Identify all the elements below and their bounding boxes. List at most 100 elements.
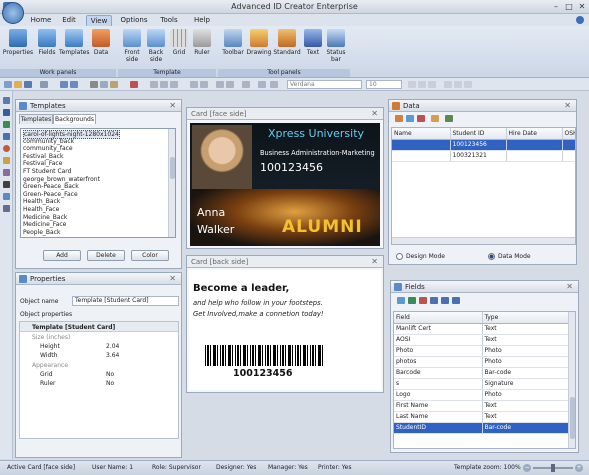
image-tool-icon[interactable] [3,157,10,164]
cell-hire-date[interactable] [506,139,563,151]
cell-type[interactable]: Bar-code [482,422,570,434]
cut-icon[interactable] [90,81,98,88]
add-button[interactable]: Add [43,250,81,261]
col-field[interactable]: Field [394,312,483,324]
grid-value[interactable]: No [106,370,114,379]
property-grid[interactable]: Template [Student Card] Size (inches) He… [19,321,179,439]
list-item[interactable]: george_brown_waterfront [23,176,100,183]
table-row[interactable]: photos Photo [394,356,570,368]
col-osh[interactable]: OSH [562,128,575,140]
front-side-button[interactable]: Front side [120,29,144,67]
lock-icon[interactable] [242,81,250,88]
list-item[interactable]: community_face [23,145,73,152]
close-button[interactable]: ✕ [575,1,589,12]
edit-field-icon[interactable] [408,297,416,304]
cell-field[interactable]: photos [394,356,483,368]
table-row[interactable]: StudentID Bar-code [394,422,570,434]
text-align-right-icon[interactable] [464,81,472,88]
menu-home[interactable]: Home [28,15,54,26]
list-item[interactable]: Festival_Back [23,153,63,160]
zoom-in-button[interactable]: + [575,464,583,472]
horizontal-scrollbar[interactable] [392,237,575,244]
color-button[interactable]: Color [131,250,169,261]
add-field-icon[interactable] [397,297,405,304]
table-row[interactable]: s Signature [394,378,570,390]
cell-field[interactable]: Logo [394,389,483,401]
table-row[interactable]: Photo Photo [394,345,570,357]
signature-tool-icon[interactable] [3,193,10,200]
list-item[interactable]: FT Student Card [23,168,71,175]
undo-icon[interactable] [60,81,68,88]
rectangle-tool-icon[interactable] [3,133,10,140]
table-row[interactable]: Logo Photo [394,389,570,401]
tab-templates[interactable]: Templates [19,114,53,124]
table-row[interactable]: AOSI Text [394,334,570,346]
height-value[interactable]: 2.04 [106,342,119,351]
cell-field[interactable]: Barcode [394,367,483,379]
send-back-icon[interactable] [200,81,208,88]
edit-record-icon[interactable] [406,115,414,122]
list-item[interactable]: Health_Back [23,198,60,205]
cell-name[interactable] [392,150,451,162]
app-menu-button[interactable] [2,2,24,24]
cell-osh[interactable] [562,150,575,162]
new-icon[interactable] [4,81,12,88]
fields-grid[interactable]: Field Type Manlift Cert Text AOSI Text Photo… [393,311,576,449]
cell-type[interactable]: Text [482,334,570,346]
cell-student-id[interactable]: 100321321 [450,150,507,162]
line-tool-icon[interactable] [3,121,10,128]
card-face[interactable]: Xpress University Business Administratio… [190,123,380,246]
menu-options[interactable]: Options [118,15,150,26]
templates-button[interactable]: Templates [59,29,90,67]
menu-help[interactable]: Help [190,15,214,26]
help-icon[interactable] [576,16,584,24]
cell-osh[interactable] [562,139,575,151]
zoom-icon[interactable] [258,81,266,88]
cell-type[interactable]: Text [482,400,570,412]
list-item[interactable]: Green-Peace_Back [23,183,79,190]
col-type[interactable]: Type [482,312,570,324]
backgrounds-list[interactable]: carol-of-lights-night-1280x1024 community… [20,128,176,238]
close-icon[interactable]: ✕ [169,273,176,285]
font-select[interactable]: Verdana [287,80,362,89]
select-tool-icon[interactable] [3,97,10,104]
close-icon[interactable]: ✕ [371,108,378,120]
card-back[interactable]: Become a leader, and help who follow in … [189,270,381,390]
table-row[interactable]: 100123456 [392,139,575,151]
cell-field[interactable]: Manlift Cert [394,323,483,335]
drawing-button[interactable]: Drawing [246,29,272,67]
cell-field[interactable]: Photo [394,345,483,357]
list-item[interactable]: community_back [23,138,74,145]
redo-icon[interactable] [70,81,78,88]
delete-field-icon[interactable] [419,297,427,304]
cell-type[interactable]: Photo [482,345,570,357]
data-grid[interactable]: Name Student ID Hire Date OSH 100123456 … [391,127,576,245]
bold-icon[interactable] [408,81,416,88]
grid-button[interactable]: Grid [169,29,189,67]
col-hire-date[interactable]: Hire Date [506,128,563,140]
cell-type[interactable]: Photo [482,389,570,401]
cell-student-id[interactable]: 100123456 [450,139,507,151]
scrollbar-thumb[interactable] [570,397,575,439]
text-tool-icon[interactable] [3,109,10,116]
maximize-button[interactable]: □ [562,1,576,12]
link-field-icon[interactable] [441,297,449,304]
cell-field[interactable]: First Name [394,400,483,412]
list-scrollbar[interactable] [168,129,175,237]
group-icon[interactable] [216,81,224,88]
menu-tools[interactable]: Tools [156,15,182,26]
cell-field[interactable]: Last Name [394,411,483,423]
import-icon[interactable] [431,115,439,122]
toolbar-button[interactable]: Toolbar [221,29,245,67]
zoom-out-button[interactable]: − [523,464,531,472]
text-button[interactable]: Text [302,29,324,67]
table-row[interactable]: First Name Text [394,400,570,412]
object-name-select[interactable]: Template [Student Card] [72,296,179,306]
ruler-button[interactable]: Ruler [191,29,213,67]
photo-tool-icon[interactable] [3,169,10,176]
table-row[interactable]: Last Name Text [394,411,570,423]
ungroup-icon[interactable] [226,81,234,88]
cell-field[interactable]: StudentID [394,422,483,434]
text-align-left-icon[interactable] [444,81,452,88]
move-field-icon[interactable] [430,297,438,304]
